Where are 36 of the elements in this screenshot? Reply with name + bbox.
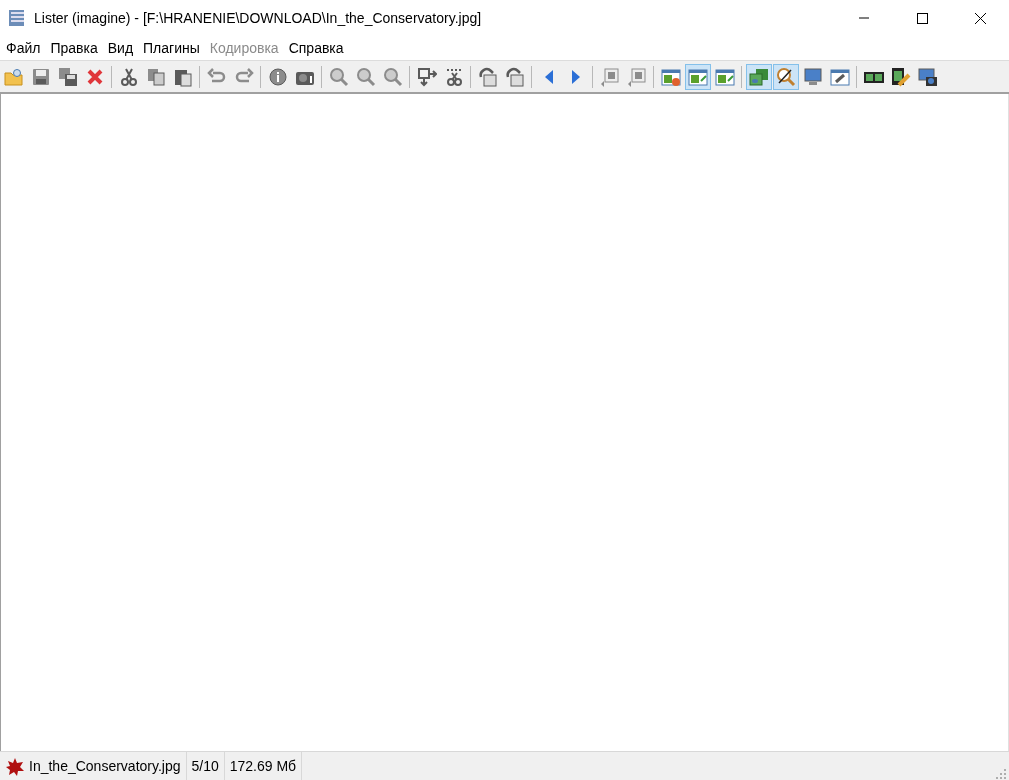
picture-window-icon [714,66,735,87]
picture-window-icon [687,66,708,87]
rotate-icon [477,66,498,87]
scissors-icon [118,66,139,87]
magnifier-icon [328,66,349,87]
pencil-icon [890,66,911,87]
image-position: 5/10 [191,758,219,774]
picture-window-icon [660,66,681,87]
monitor-icon [802,66,823,87]
floppy-icon [57,66,78,87]
splat-icon [5,756,25,776]
close-icon [974,12,986,24]
floppy-icon [30,66,51,87]
file-size: 172.69 Мб [229,758,297,774]
menu-item[interactable]: Правка [45,40,103,56]
page-icon [599,66,620,87]
menu-item[interactable]: Плагины [138,40,205,56]
photos-icon [748,66,769,87]
menu-item[interactable]: Вид [102,40,139,56]
folder-icon [3,66,24,87]
menu-item[interactable]: Справка [283,40,349,56]
maximize-icon [916,12,928,24]
toolbar-button[interactable] [772,63,799,90]
resize-icon [416,66,437,87]
resize-grip-icon [995,768,1007,780]
rotate-icon [504,66,525,87]
file-name: In_the_Conservatory.jpg [29,758,181,774]
magnifier-icon [775,66,796,87]
menu-item[interactable]: Файл [1,40,46,56]
magnifier-icon [382,66,403,87]
window-title: Lister (imagine) - [F:\HRANENIE\DOWNLOAD\In_the_Conservatory.jpg] [34,10,483,26]
info-icon [267,66,288,87]
magnifier-icon [355,66,376,87]
page-icon [626,66,647,87]
copy-icon [145,66,166,87]
screen-capture-icon [917,66,938,87]
